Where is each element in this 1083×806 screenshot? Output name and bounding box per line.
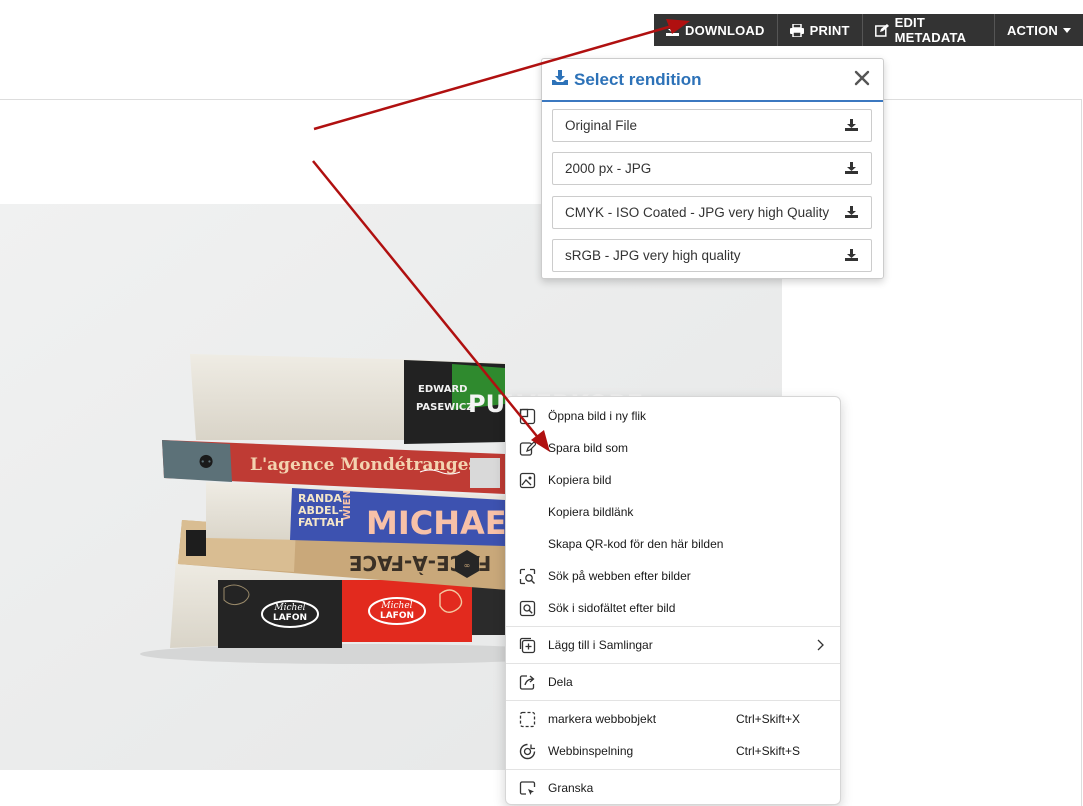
svg-text:EDWARD: EDWARD [418,384,467,395]
visual-search-icon [519,568,536,585]
menu-item-inspect[interactable]: Granska [506,773,840,803]
rendition-label: 2000 px - JPG [565,161,652,176]
select-rendition-panel: Select rendition Original File 2000 px -… [541,58,884,279]
inspect-icon [519,780,536,797]
menu-item-label: Sök i sidofältet efter bild [548,601,676,615]
collections-icon [519,637,536,654]
copy-image-icon [519,472,536,489]
menu-item-label: Granska [548,781,594,795]
menu-item-copy-image-link[interactable]: Kopiera bildlänk [506,497,840,527]
svg-text:Michel: Michel [380,601,412,611]
edit-metadata-button[interactable]: EDIT METADATA [862,14,995,46]
browser-context-menu: Öppna bild i ny flik Spara bild som Kopi… [505,396,841,805]
download-label: DOWNLOAD [685,22,765,38]
close-icon[interactable] [853,69,871,87]
edit-metadata-label: EDIT METADATA [894,15,967,45]
right-divider [1081,99,1082,806]
menu-item-label: Spara bild som [548,441,629,455]
download-icon [666,24,679,36]
caret-down-icon [1063,27,1071,33]
menu-item-label: Webbinspelning [548,744,634,758]
rendition-2000px-jpg[interactable]: 2000 px - JPG [552,152,872,185]
menu-item-label: Skapa QR-kod för den här bilden [548,537,724,551]
print-label: PRINT [809,22,850,38]
menu-item-search-sidebar[interactable]: Sök i sidofältet efter bild [506,593,840,623]
panel-header: Select rendition [542,59,883,102]
print-icon [789,23,804,37]
menu-separator [506,700,840,701]
menu-item-web-capture[interactable]: Webbinspelning Ctrl+Skift+S [506,736,840,766]
svg-text:WIEN: WIEN [342,490,353,520]
menu-item-label: Dela [548,675,573,689]
download-icon [552,69,568,90]
svg-text:L'agence Mondétranges: L'agence Mondétranges [250,455,478,475]
menu-item-label: Lägg till i Samlingar [548,638,653,652]
save-image-icon [519,440,537,457]
sidebar-search-icon [519,600,536,617]
menu-item-label: Öppna bild i ny flik [548,409,647,423]
menu-separator [506,626,840,627]
svg-text:MICHAEL: MICHAEL [366,504,527,542]
download-icon [845,119,858,134]
svg-text:LAFON: LAFON [380,611,414,621]
web-select-icon [519,711,536,728]
menu-item-copy-image[interactable]: Kopiera bild [506,465,840,495]
action-label: ACTION [1006,22,1058,38]
menu-item-save-image-as[interactable]: Spara bild som [506,433,840,463]
print-button[interactable]: PRINT [777,14,863,46]
menu-item-open-image-new-tab[interactable]: Öppna bild i ny flik [506,401,840,431]
svg-text:⚉: ⚉ [198,452,214,473]
svg-text:LAFON: LAFON [273,613,307,623]
download-icon [845,206,858,221]
rendition-cmyk[interactable]: CMYK - ISO Coated - JPG very high Qualit… [552,196,872,229]
menu-item-label: Kopiera bildlänk [548,505,634,519]
download-icon [845,249,858,264]
rendition-label: sRGB - JPG very high quality [565,248,741,263]
chevron-right-icon [816,639,824,654]
menu-separator [506,663,840,664]
menu-item-label: Kopiera bild [548,473,612,487]
download-icon [845,162,858,177]
menu-item-web-select[interactable]: markera webbobjekt Ctrl+Skift+X [506,704,840,734]
asset-toolbar: DOWNLOAD PRINT EDIT METADATA ACTION [654,14,1083,46]
download-button[interactable]: DOWNLOAD [654,14,778,46]
menu-item-label: markera webbobjekt [548,712,657,726]
share-icon [519,674,536,691]
menu-item-add-to-collections[interactable]: Lägg till i Samlingar [506,630,840,660]
menu-item-search-web-images[interactable]: Sök på webben efter bilder [506,561,840,591]
menu-item-shortcut: Ctrl+Skift+S [735,744,800,758]
menu-item-label: Sök på webben efter bilder [548,569,691,583]
edit-icon [874,23,889,37]
new-tab-icon [519,408,536,425]
menu-item-shortcut: Ctrl+Skift+X [735,712,800,726]
rendition-label: Original File [565,118,638,133]
action-dropdown-button[interactable]: ACTION [994,14,1083,46]
page: { "toolbar": { "download": "DOWNLOAD", "… [0,0,1083,806]
svg-text:∞: ∞ [464,561,471,570]
panel-title: Select rendition [574,69,702,89]
rendition-label: CMYK - ISO Coated - JPG very high Qualit… [565,205,830,220]
rendition-srgb[interactable]: sRGB - JPG very high quality [552,239,872,272]
rendition-original-file[interactable]: Original File [552,109,872,142]
menu-separator [506,769,840,770]
svg-text:PASEWICZ: PASEWICZ [416,402,474,413]
menu-item-share[interactable]: Dela [506,667,840,697]
menu-item-create-qr-code[interactable]: Skapa QR-kod för den här bilden [506,529,840,559]
svg-text:FATTAH: FATTAH [298,516,344,529]
web-capture-icon [519,743,536,760]
svg-text:Michel: Michel [273,603,305,613]
